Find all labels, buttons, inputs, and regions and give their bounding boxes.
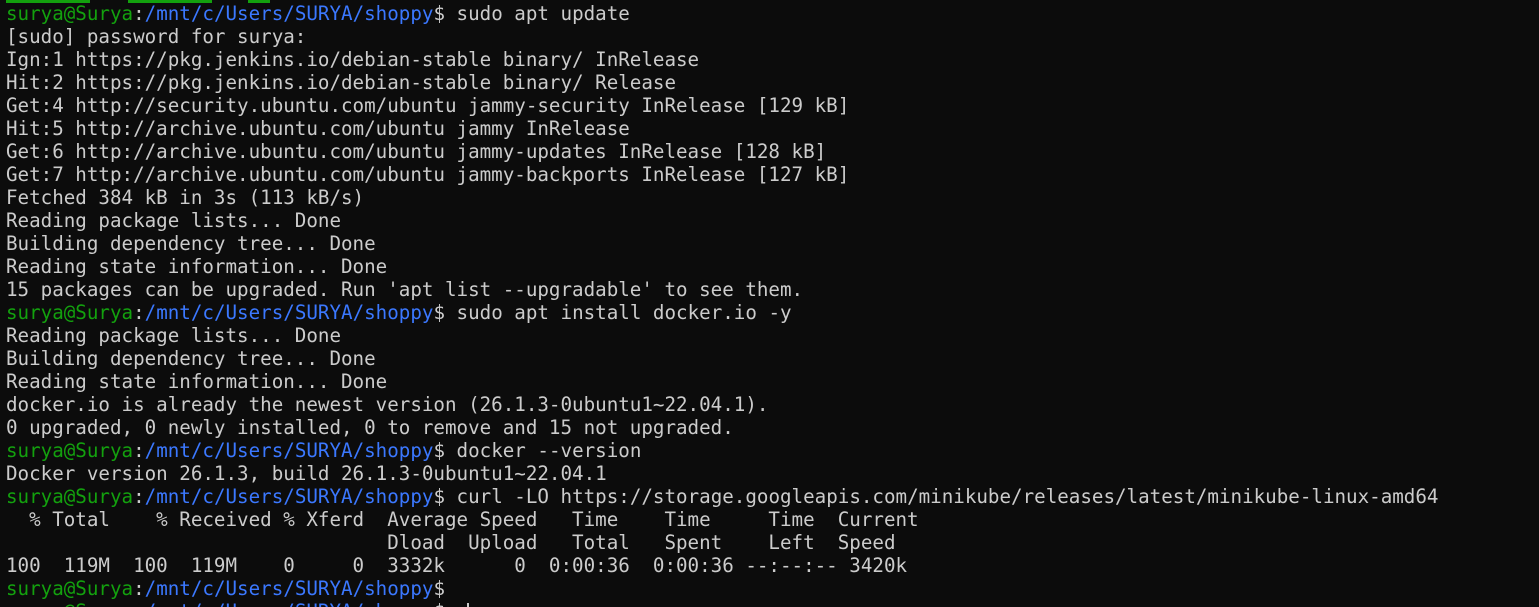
prompt-symbol: $ <box>433 600 445 607</box>
prompt-path: /mnt/c/Users/SURYA/shoppy <box>144 2 434 25</box>
prompt-symbol: $ <box>433 485 445 508</box>
prompt-symbol: $ <box>433 577 445 600</box>
output-line: Reading package lists... Done <box>6 324 342 347</box>
output-line: Get:7 http://archive.ubuntu.com/ubuntu j… <box>6 163 850 186</box>
terminal-output: surya@Surya:/mnt/c/Users/SURYA/shoppy$ s… <box>6 2 1539 607</box>
prompt-user-host: surya@Surya <box>6 600 133 607</box>
command-text[interactable] <box>445 600 457 607</box>
prompt-user-host: surya@Surya <box>6 301 134 324</box>
prompt-path: /mnt/c/Users/SURYA/shoppy <box>144 577 434 600</box>
prompt-user-host: surya@Surya <box>6 439 134 462</box>
prompt-user-host: surya@Surya <box>6 577 134 600</box>
prompt-line: surya@Surya:/mnt/c/Users/SURYA/shoppy$ <box>6 577 445 600</box>
prompt-symbol: $ <box>433 439 445 462</box>
prompt-path: /mnt/c/Users/SURYA/shoppy <box>144 485 434 508</box>
command-text: curl -LO https://storage.googleapis.com/… <box>445 485 1439 508</box>
prompt-line: surya@Surya:/mnt/c/Users/SURYA/shoppy$ d… <box>6 439 642 462</box>
prompt-line: surya@Surya:/mnt/c/Users/SURYA/shoppy$ c… <box>6 485 1439 508</box>
output-line: 0 upgraded, 0 newly installed, 0 to remo… <box>6 416 734 439</box>
prompt-line: surya@Surya:/mnt/c/Users/SURYA/shoppy$ s… <box>6 2 630 25</box>
output-line: % Total % Received % Xferd Average Speed… <box>6 508 919 531</box>
output-line: Hit:2 https://pkg.jenkins.io/debian-stab… <box>6 71 677 94</box>
command-text: docker --version <box>445 439 642 462</box>
output-line: Docker version 26.1.3, build 26.1.3-0ubu… <box>6 462 607 485</box>
prompt-user-host: surya@Surya <box>6 485 134 508</box>
output-line: Building dependency tree... Done <box>6 232 376 255</box>
text-cursor <box>466 603 469 607</box>
output-line: Reading state information... Done <box>6 255 388 278</box>
output-line: Reading package lists... Done <box>6 209 342 232</box>
prompt-path: /mnt/c/Users/SURYA/shoppy <box>144 301 434 324</box>
output-line: Hit:5 http://archive.ubuntu.com/ubuntu j… <box>6 117 630 140</box>
output-line: Fetched 384 kB in 3s (113 kB/s) <box>6 186 365 209</box>
output-line: 15 packages can be upgraded. Run 'apt li… <box>6 278 804 301</box>
prompt-path: /mnt/c/Users/SURYA/shoppy <box>144 439 434 462</box>
output-line: Get:4 http://security.ubuntu.com/ubuntu … <box>6 94 850 117</box>
output-line: 100 119M 100 119M 0 0 3332k 0 0:00:36 0:… <box>6 554 908 577</box>
terminal-window[interactable]: surya@Surya:/mnt/c/Users/SURYA/shoppy$ s… <box>0 0 1539 607</box>
prompt-user-host: surya@Surya <box>6 2 134 25</box>
output-line: Get:6 http://archive.ubuntu.com/ubuntu j… <box>6 140 827 163</box>
output-line: docker.io is already the newest version … <box>6 393 769 416</box>
output-line: Ign:1 https://pkg.jenkins.io/debian-stab… <box>6 48 700 71</box>
output-line: Building dependency tree... Done <box>6 347 376 370</box>
active-prompt-line: surya@Surya:/mnt/c/Users/SURYA/shoppy$ <box>6 600 1539 607</box>
output-line: Reading state information... Done <box>6 370 388 393</box>
output-line: Dload Upload Total Spent Left Speed <box>6 531 896 554</box>
prompt-symbol: $ <box>433 2 445 25</box>
command-text: sudo apt install docker.io -y <box>445 301 792 324</box>
prompt-path: /mnt/c/Users/SURYA/shoppy <box>145 600 434 607</box>
output-line: [sudo] password for surya: <box>6 25 307 48</box>
command-text: sudo apt update <box>445 2 630 25</box>
prompt-symbol: $ <box>433 301 445 324</box>
prompt-line: surya@Surya:/mnt/c/Users/SURYA/shoppy$ s… <box>6 301 792 324</box>
